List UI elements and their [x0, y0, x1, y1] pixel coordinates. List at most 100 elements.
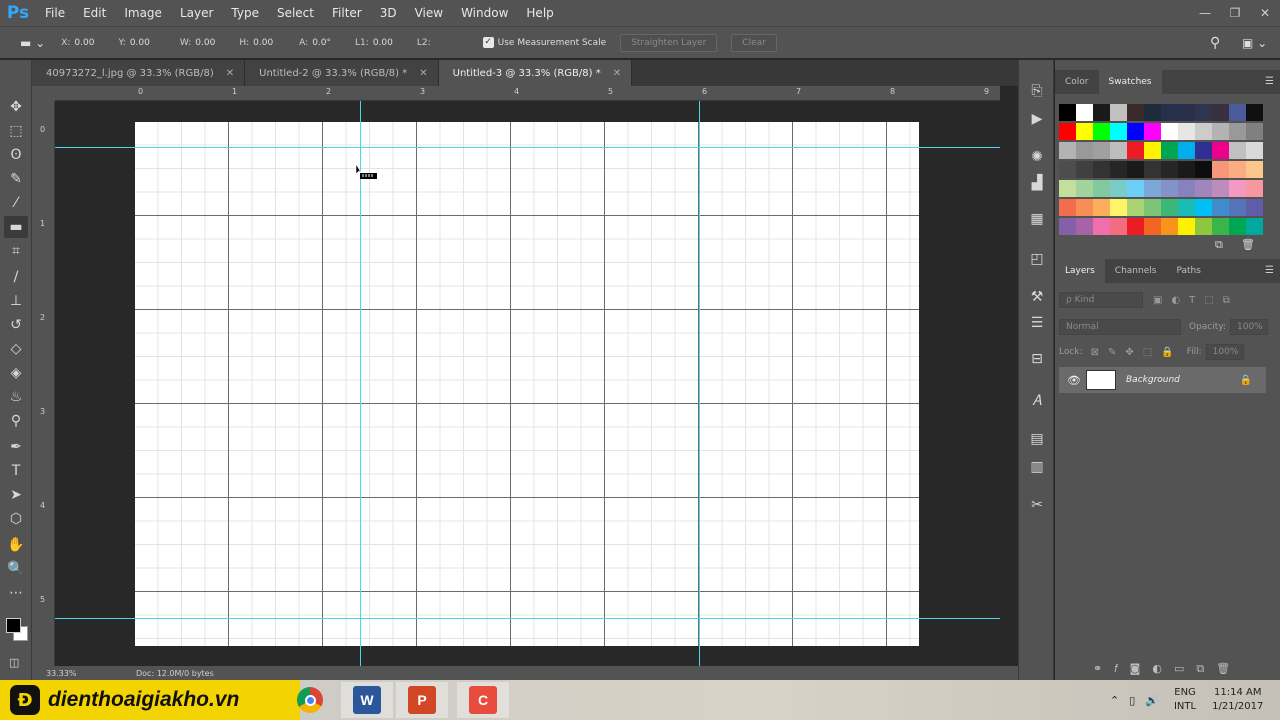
color-swatch[interactable] — [1093, 199, 1110, 216]
color-swatch[interactable] — [1229, 218, 1246, 235]
histogram-icon[interactable]: ▟ — [1027, 174, 1047, 192]
color-swatch[interactable] — [1059, 123, 1076, 140]
color-swatch[interactable] — [1093, 218, 1110, 235]
eye-icon[interactable]: 👁 — [1067, 374, 1081, 387]
menu-help[interactable]: Help — [517, 0, 562, 26]
color-swatch[interactable] — [1178, 123, 1195, 140]
color-swatch[interactable] — [1110, 104, 1127, 121]
color-swatch[interactable] — [1144, 180, 1161, 197]
clock[interactable]: 11:14 AM 1/21/2017 — [1212, 686, 1263, 714]
history-brush-tool-icon[interactable]: ↺ — [4, 314, 28, 336]
horizontal-guide[interactable] — [55, 618, 1000, 619]
color-swatch[interactable] — [1246, 218, 1263, 235]
battery-icon[interactable]: ▯ — [1129, 694, 1135, 707]
color-swatch[interactable] — [1110, 199, 1127, 216]
new-group-icon[interactable]: ▭ — [1174, 662, 1196, 675]
color-swatch[interactable] — [1059, 161, 1076, 178]
menu-filter[interactable]: Filter — [323, 0, 371, 26]
color-swatch[interactable] — [1076, 123, 1093, 140]
color-swatch[interactable] — [1093, 104, 1110, 121]
color-swatch[interactable] — [1093, 123, 1110, 140]
color-swatch[interactable] — [1246, 199, 1263, 216]
color-swatch[interactable] — [1127, 142, 1144, 159]
color-swatch[interactable] — [1059, 199, 1076, 216]
layer-name[interactable]: Background — [1126, 375, 1240, 385]
foreground-color-swatch[interactable] — [6, 618, 21, 633]
color-swatch[interactable] — [1212, 142, 1229, 159]
dodge-tool-icon[interactable]: ⚲ — [4, 410, 28, 432]
notes-icon[interactable]: ▥ — [1027, 458, 1047, 476]
mask-icon[interactable]: ◙ — [1130, 662, 1153, 675]
menu-3d[interactable]: 3D — [371, 0, 406, 26]
color-swatch[interactable] — [1178, 199, 1195, 216]
close-button[interactable]: ✕ — [1250, 6, 1280, 20]
color-swatch[interactable] — [1144, 104, 1161, 121]
minimize-button[interactable]: — — [1190, 6, 1220, 20]
use-measurement-scale[interactable]: ✓ Use Measurement Scale — [482, 37, 606, 48]
color-swatch[interactable] — [1144, 123, 1161, 140]
adjustment-layer-icon[interactable]: ◐ — [1152, 662, 1174, 675]
opacity-field[interactable]: 100% — [1230, 319, 1268, 335]
brush-settings-icon[interactable]: ☰ — [1027, 314, 1047, 332]
color-swatch[interactable] — [1178, 142, 1195, 159]
color-swatch[interactable] — [1076, 104, 1093, 121]
color-swatch[interactable] — [1059, 104, 1076, 121]
fx-icon[interactable]: 𝑓 — [1114, 662, 1129, 675]
lock-icons[interactable]: ⊠✎✥⬚🔒 — [1091, 347, 1183, 358]
brush-tool-icon[interactable]: ∕ — [4, 266, 28, 288]
color-swatch[interactable] — [1178, 161, 1195, 178]
color-swatch[interactable] — [1110, 218, 1127, 235]
color-swatch[interactable] — [1076, 142, 1093, 159]
shape-tool-icon[interactable]: ⬡ — [4, 508, 28, 530]
eyedropper-tool-icon[interactable]: ⁄ — [4, 192, 28, 214]
color-swatch[interactable] — [1246, 104, 1263, 121]
properties-icon[interactable]: ▦ — [1027, 210, 1047, 228]
tab-paths[interactable]: Paths — [1166, 259, 1210, 283]
color-swatch[interactable] — [1161, 218, 1178, 235]
history-icon[interactable]: ⎘ — [1027, 82, 1047, 100]
color-swatch[interactable] — [1195, 199, 1212, 216]
tab-swatches[interactable]: Swatches — [1098, 70, 1162, 94]
color-swatch[interactable] — [1144, 142, 1161, 159]
color-swatch[interactable] — [1127, 218, 1144, 235]
paragraph-icon[interactable]: ▤ — [1027, 430, 1047, 448]
delete-swatch-icon[interactable]: 🗑 — [1241, 238, 1255, 251]
link-layers-icon[interactable]: ⚭ — [1093, 662, 1114, 675]
close-icon[interactable]: ✕ — [226, 68, 234, 79]
color-swatch[interactable] — [1195, 180, 1212, 197]
vertical-ruler[interactable]: 0 1 2 3 4 5 — [32, 101, 55, 666]
menu-type[interactable]: Type — [222, 0, 268, 26]
color-swatch[interactable] — [1127, 199, 1144, 216]
close-icon[interactable]: ✕ — [419, 68, 427, 79]
color-swatch[interactable] — [1076, 218, 1093, 235]
menu-view[interactable]: View — [406, 0, 452, 26]
panel-menu-icon[interactable]: ☰ — [1265, 76, 1274, 87]
color-swatch[interactable] — [1161, 161, 1178, 178]
mores-tool-icon[interactable]: ⋯ — [4, 582, 28, 604]
ruler-tool-preset-icon[interactable]: ▬ ⌄ — [20, 36, 45, 50]
tools-settings-icon[interactable]: ✂ — [1027, 496, 1047, 514]
color-swatch[interactable] — [1178, 104, 1195, 121]
color-swatch[interactable] — [1229, 199, 1246, 216]
color-swatch[interactable] — [1195, 218, 1212, 235]
language-indicator[interactable]: ENG INTL — [1174, 686, 1196, 714]
path-selection-tool-icon[interactable]: ➤ — [4, 484, 28, 506]
color-swatch[interactable] — [1144, 218, 1161, 235]
workspace-icon[interactable]: ▣ ⌄ — [1242, 36, 1267, 50]
zoom-tool-icon[interactable]: 🔍 — [4, 558, 28, 580]
color-swatch[interactable] — [1161, 199, 1178, 216]
color-swatch[interactable] — [1246, 123, 1263, 140]
canvas-workspace[interactable] — [55, 101, 1000, 666]
menu-window[interactable]: Window — [452, 0, 517, 26]
color-swatch[interactable] — [1195, 104, 1212, 121]
marquee-tool-icon[interactable]: ⬚ — [4, 120, 28, 142]
fill-field[interactable]: 100% — [1205, 344, 1244, 360]
color-swatch[interactable] — [1093, 161, 1110, 178]
quick-mask-icon[interactable]: ◫ — [9, 656, 19, 669]
color-swatch[interactable] — [1059, 180, 1076, 197]
pen-tool-icon[interactable]: ✒ — [4, 436, 28, 458]
color-swatch[interactable] — [1229, 104, 1246, 121]
color-swatch[interactable] — [1229, 142, 1246, 159]
color-swatch[interactable] — [1212, 180, 1229, 197]
search-icon[interactable]: ⚲ — [1210, 35, 1220, 51]
